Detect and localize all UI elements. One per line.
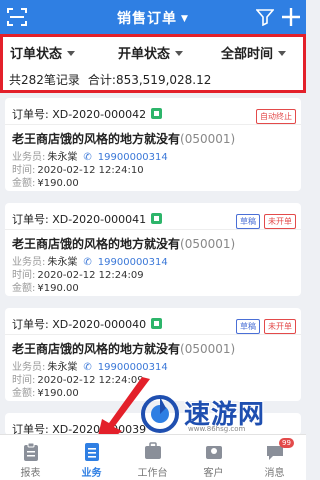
filter-label: 订单状态 [10,47,63,62]
tag-group: 自动终止 [252,104,296,124]
tab-label: 报表 [20,468,41,479]
dropdown-arrow-icon [67,51,76,56]
customer-name: 老王商店饿的风格的地方就没有(050001) [12,130,235,147]
amount-row: 金额: ¥190.00 [12,279,79,294]
tab-label: 业务 [81,468,102,479]
app-bar: 销售订单 ▼ [0,0,306,34]
unbilled-badge: 未开单 [264,319,296,334]
shop-code: (050001) [180,237,236,251]
add-icon[interactable] [280,6,302,28]
tab-reports[interactable]: 报表 [0,435,61,480]
divider [5,334,301,335]
order-number: 订单号: XD-2020-000041 [12,213,147,226]
tab-messages[interactable]: 99 消息 [244,435,305,480]
divider [5,229,301,230]
time-range-filter[interactable]: 全部时间 [221,43,287,62]
tag-group: 草稿 未开单 [232,209,296,229]
tab-business[interactable]: 业务 [61,435,122,480]
order-amount: ¥190.00 [37,388,79,399]
page-title: 销售订单 [117,11,178,27]
watermark-url: www.86hsg.com [188,425,246,433]
chevron-down-icon: ▼ [181,14,189,24]
summary-line: 共282笔记录 合计:853,519,028.12 [9,71,211,88]
tag-group: 草稿 未开单 [232,314,296,334]
customer-name: 老王商店饿的风格的地方就没有(050001) [12,340,235,357]
order-number: 订单号: XD-2020-000040 [12,318,147,331]
tab-label: 客户 [203,468,224,479]
draft-badge: 草稿 [236,319,260,334]
customer-icon [205,446,222,459]
tab-customers[interactable]: 客户 [183,435,244,480]
shop-name: 老王商店饿的风格的地方就没有 [12,237,181,251]
field-label: 金额: [12,178,36,189]
unbilled-badge: 未开单 [264,214,296,229]
filter-label: 开单状态 [118,47,171,62]
filter-summary-panel: 订单状态 开单状态 全部时间 共282笔记录 合计:853,519,028.12 [0,34,306,93]
order-number-row: 订单号: XD-2020-000040 [12,316,163,332]
order-amount: ¥190.00 [37,283,79,294]
watermark: 速游网 www.86hsg.com [140,392,306,436]
filter-label: 全部时间 [221,47,274,62]
order-card[interactable]: 订单号: XD-2020-000042 自动终止 老王商店饿的风格的地方就没有(… [5,98,301,191]
tab-label: 工作台 [137,468,168,479]
shop-name: 老王商店饿的风格的地方就没有 [12,132,181,146]
status-square-icon [151,108,163,119]
amount-row: 金额: ¥190.00 [12,384,79,399]
divider [5,124,301,125]
tab-workbench[interactable]: 工作台 [122,435,183,480]
message-count-badge: 99 [279,438,294,448]
status-square-icon [151,318,163,329]
bottom-tab-bar: 报表 业务 工作台 客户 99 消息 [0,434,306,480]
draft-badge: 草稿 [236,214,260,229]
order-card[interactable]: 订单号: XD-2020-000041 草稿 未开单 老王商店饿的风格的地方就没有… [5,203,301,296]
workbench-icon [144,442,161,459]
order-number-row: 订单号: XD-2020-000042 [12,106,163,122]
filter-icon[interactable] [256,8,274,26]
tab-label: 消息 [264,468,285,479]
total-amount: 合计:853,519,028.12 [87,73,212,87]
shop-name: 老王商店饿的风格的地方就没有 [12,342,181,356]
status-badge: 自动终止 [256,109,296,124]
filter-bar: 订单状态 开单状态 全部时间 [3,37,303,65]
record-count: 共282笔记录 [9,73,80,87]
order-number: 订单号: XD-2020-000042 [12,108,147,121]
billing-status-filter[interactable]: 开单状态 [118,43,184,62]
order-amount: ¥190.00 [37,178,79,189]
dropdown-arrow-icon [278,51,287,56]
status-square-icon [151,213,163,224]
dropdown-arrow-icon [175,51,184,56]
shop-code: (050001) [180,132,236,146]
order-status-filter[interactable]: 订单状态 [10,43,76,62]
clipboard-icon [23,442,38,461]
amount-row: 金额: ¥190.00 [12,174,79,189]
customer-name: 老王商店饿的风格的地方就没有(050001) [12,235,235,252]
shop-code: (050001) [180,342,236,356]
watermark-logo [141,395,179,433]
field-label: 金额: [12,388,36,399]
order-number-row: 订单号: XD-2020-000041 [12,211,163,227]
field-label: 金额: [12,283,36,294]
document-icon [84,443,99,461]
